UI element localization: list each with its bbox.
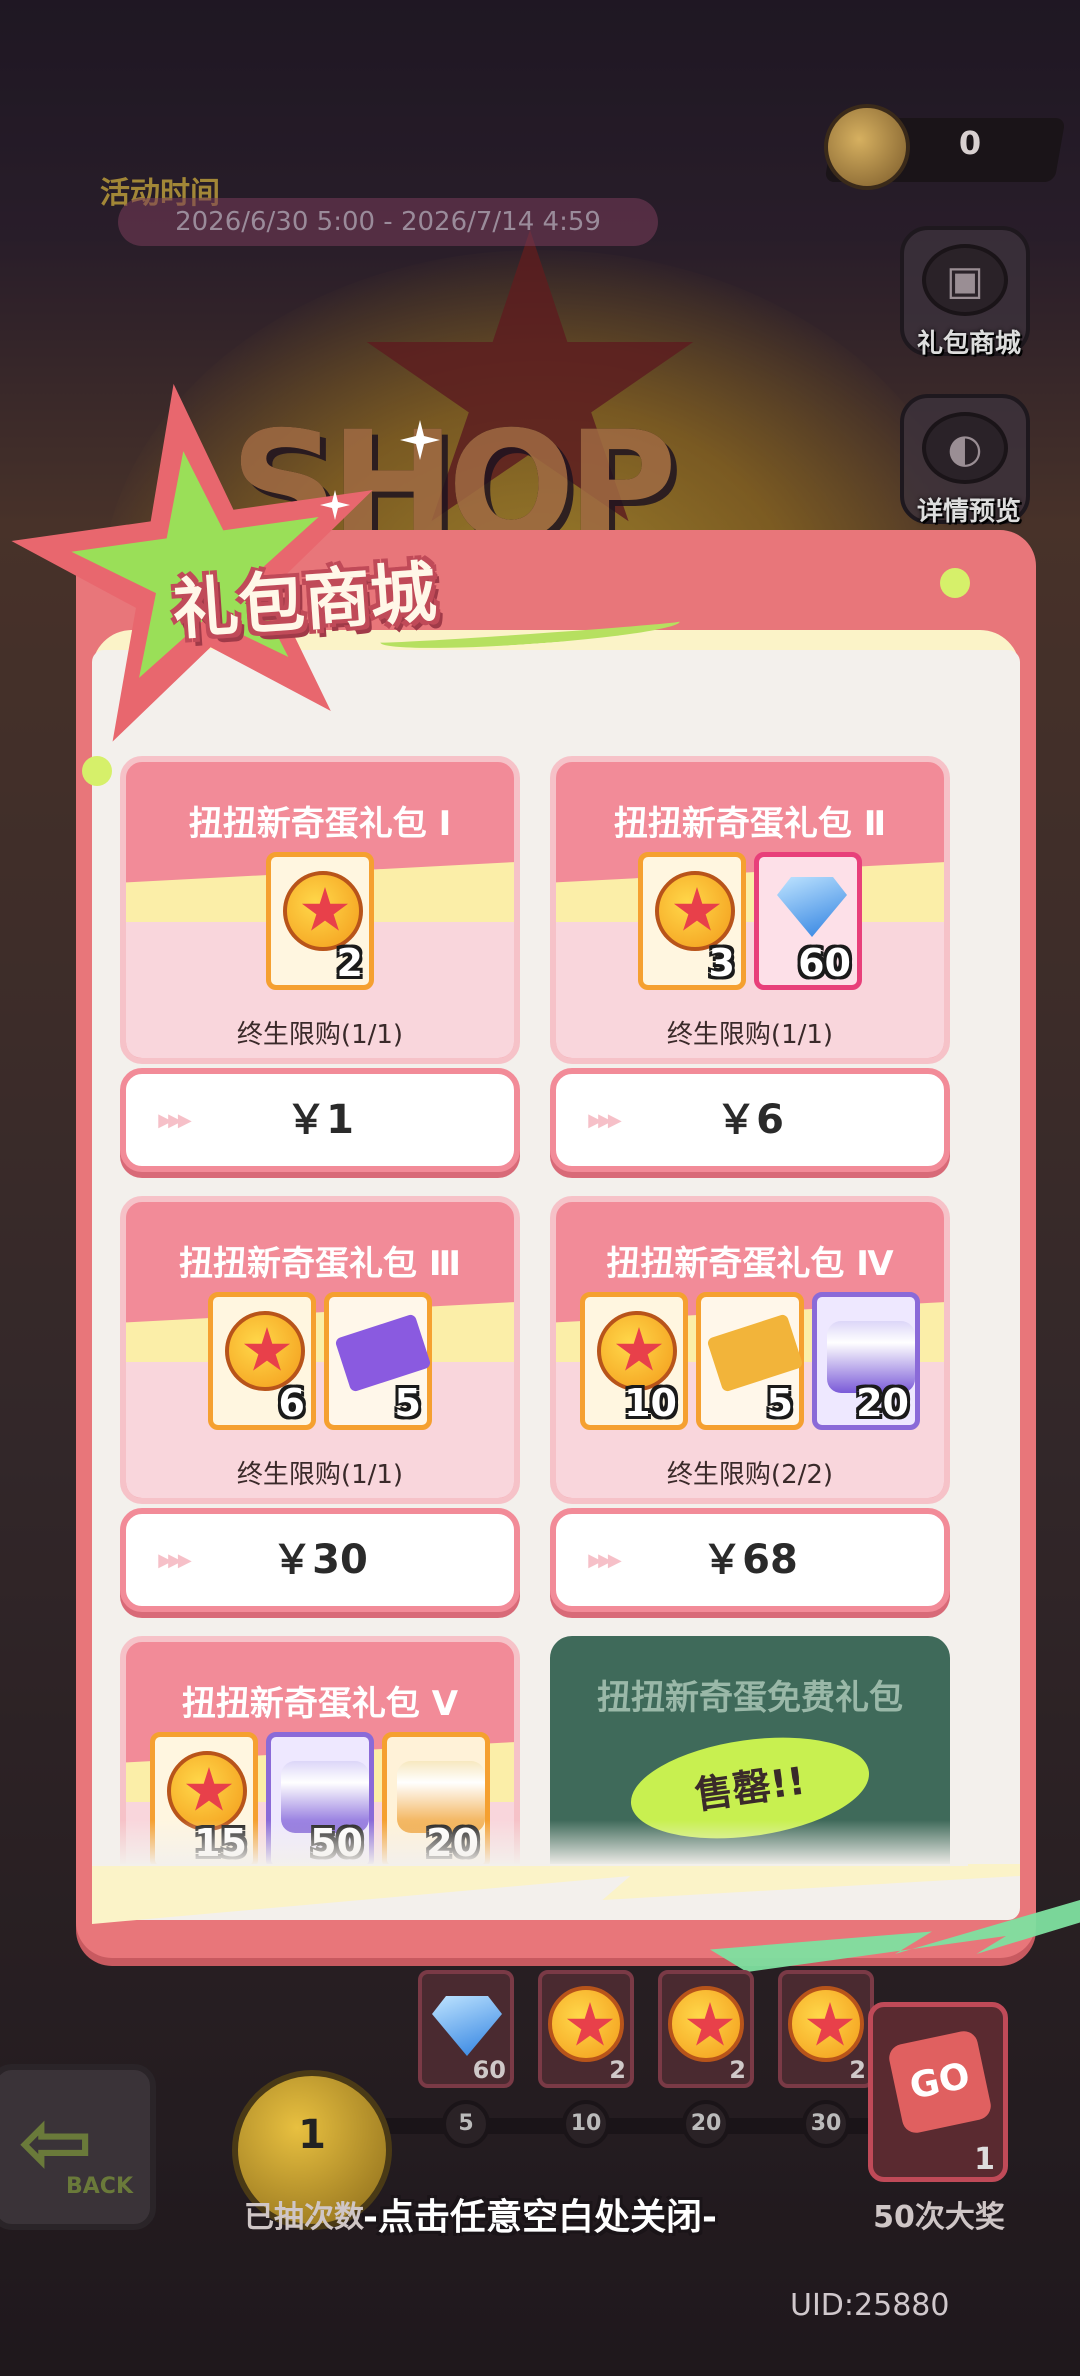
decor-dot [940, 568, 970, 598]
item-count: 10 [624, 1381, 677, 1425]
purchase-limit: 终生限购(1/1) [666, 1020, 834, 1050]
reward-count: 2 [609, 2056, 626, 2084]
pack-name: 扭扭新奇蛋礼包 Ⅴ [181, 1684, 459, 1724]
milestone-marker: 20 [682, 2100, 730, 2148]
grand-prize-reward[interactable]: GO 1 [868, 2002, 1008, 2182]
purchase-limit: 终生限购(1/1) [236, 1460, 404, 1490]
buy-button[interactable]: ▶▶▶ ￥6 [550, 1068, 950, 1172]
buy-button[interactable]: ▶▶▶ ￥68 [550, 1508, 950, 1612]
pack-item[interactable]: 5 [696, 1292, 804, 1430]
pack-card-body: 扭扭新奇蛋礼包 Ⅱ 3 60 终生限购(1/1) [550, 756, 950, 1064]
user-id: UID:25880 [790, 2288, 950, 2323]
diamond-icon [777, 877, 847, 937]
arrows-icon: ▶▶▶ [588, 1110, 622, 1131]
gift-icon: ▣ [922, 244, 1008, 316]
star-badge-icon [655, 871, 735, 951]
pack-card-2: 扭扭新奇蛋礼包 Ⅱ 3 60 终生限购(1/1) ▶▶▶ ￥6 [550, 756, 950, 1176]
item-count: 5 [766, 1381, 793, 1425]
purchase-limit: 终生限购(2/2) [666, 1460, 834, 1490]
buy-button[interactable]: ▶▶▶ ￥30 [120, 1508, 520, 1612]
star-badge-icon [668, 1986, 744, 2062]
pack-item[interactable]: 2 [266, 852, 374, 990]
milestone-reward[interactable]: 2 [778, 1970, 874, 2088]
gift-shop-label: 礼包商城 [916, 329, 1021, 359]
pack-name: 扭扭新奇蛋礼包 Ⅰ [188, 804, 452, 844]
pack-item[interactable]: 60 [754, 852, 862, 990]
scroll-fade [92, 1820, 968, 1866]
item-count: 2 [336, 941, 363, 985]
event-time-range: 2026/6/30 5:00 - 2026/7/14 4:59 [118, 198, 658, 246]
milestone-reward[interactable]: 2 [658, 1970, 754, 2088]
price-label: ￥1 [286, 1097, 354, 1143]
milestone-reward[interactable]: 60 [418, 1970, 514, 2088]
reward-count: 60 [472, 2056, 506, 2084]
buy-button[interactable]: ▶▶▶ ￥1 [120, 1068, 520, 1172]
purchase-limit: 终生限购(1/1) [236, 1020, 404, 1050]
item-count: 3 [708, 941, 735, 985]
item-count: 6 [278, 1381, 305, 1425]
pack-item[interactable]: 3 [638, 852, 746, 990]
milestone-reward[interactable]: 2 [538, 1970, 634, 2088]
free-pack-name: 扭扭新奇蛋免费礼包 [597, 1678, 903, 1718]
pack-items: 3 60 [556, 852, 944, 990]
item-count: 20 [856, 1381, 909, 1425]
pack-item[interactable]: 10 [580, 1292, 688, 1430]
pack-card-body: 扭扭新奇蛋礼包 Ⅳ 10 5 20 终生限购(2/2) [550, 1196, 950, 1504]
draw-count: 1 [298, 2112, 326, 2158]
gift-shop-button[interactable]: ▣ 礼包商城 [900, 226, 1030, 359]
diamond-icon [432, 1996, 502, 2056]
pack-items: 6 5 [126, 1292, 514, 1430]
item-count: 60 [798, 941, 851, 985]
price-label: ￥30 [272, 1537, 368, 1583]
pack-card-4: 扭扭新奇蛋礼包 Ⅳ 10 5 20 终生限购(2/2) ▶▶▶ ￥68 [550, 1196, 950, 1616]
grand-prize-count: 1 [974, 2142, 995, 2177]
star-badge-icon [167, 1751, 247, 1831]
pack-item[interactable]: 20 [812, 1292, 920, 1430]
item-count: 5 [394, 1381, 421, 1425]
star-badge-icon [548, 1986, 624, 2062]
pack-item[interactable]: 6 [208, 1292, 316, 1430]
pack-name: 扭扭新奇蛋礼包 Ⅲ [179, 1244, 461, 1284]
close-hint: -点击任意空白处关闭- [363, 2197, 717, 2238]
dice-icon: GO [886, 2028, 994, 2136]
currency-value: 0 [958, 124, 982, 162]
star-badge-icon [788, 1986, 864, 2062]
pack-items: 2 [126, 852, 514, 990]
star-badge-icon [283, 871, 363, 951]
pack-name: 扭扭新奇蛋礼包 Ⅳ [606, 1244, 894, 1284]
reward-count: 2 [729, 2056, 746, 2084]
pack-card-body: 扭扭新奇蛋礼包 Ⅰ 2 终生限购(1/1) [120, 756, 520, 1064]
arrows-icon: ▶▶▶ [588, 1550, 622, 1571]
preview-label: 详情预览 [916, 497, 1021, 527]
coin-icon [824, 104, 910, 190]
pack-item[interactable]: 5 [324, 1292, 432, 1430]
milestone-marker: 5 [442, 2100, 490, 2148]
pack-card-body: 扭扭新奇蛋礼包 Ⅲ 6 5 终生限购(1/1) [120, 1196, 520, 1504]
preview-button[interactable]: ◐ 详情预览 [900, 394, 1030, 527]
price-label: ￥68 [702, 1537, 798, 1583]
price-label: ￥6 [716, 1097, 784, 1143]
arrows-icon: ▶▶▶ [158, 1110, 192, 1131]
reward-count: 2 [849, 2056, 866, 2084]
milestone-marker: 10 [562, 2100, 610, 2148]
pack-name: 扭扭新奇蛋礼包 Ⅱ [613, 804, 887, 844]
decor-dot [82, 756, 112, 786]
pack-items: 10 5 20 [556, 1292, 944, 1430]
pack-card-3: 扭扭新奇蛋礼包 Ⅲ 6 5 终生限购(1/1) ▶▶▶ ￥30 [120, 1196, 520, 1616]
star-badge-icon [225, 1311, 305, 1391]
arrows-icon: ▶▶▶ [158, 1550, 192, 1571]
star-badge-icon [597, 1311, 677, 1391]
pack-card-1: 扭扭新奇蛋礼包 Ⅰ 2 终生限购(1/1) ▶▶▶ ￥1 [120, 756, 520, 1176]
milestone-marker: 30 [802, 2100, 850, 2148]
preview-icon: ◐ [922, 412, 1008, 484]
